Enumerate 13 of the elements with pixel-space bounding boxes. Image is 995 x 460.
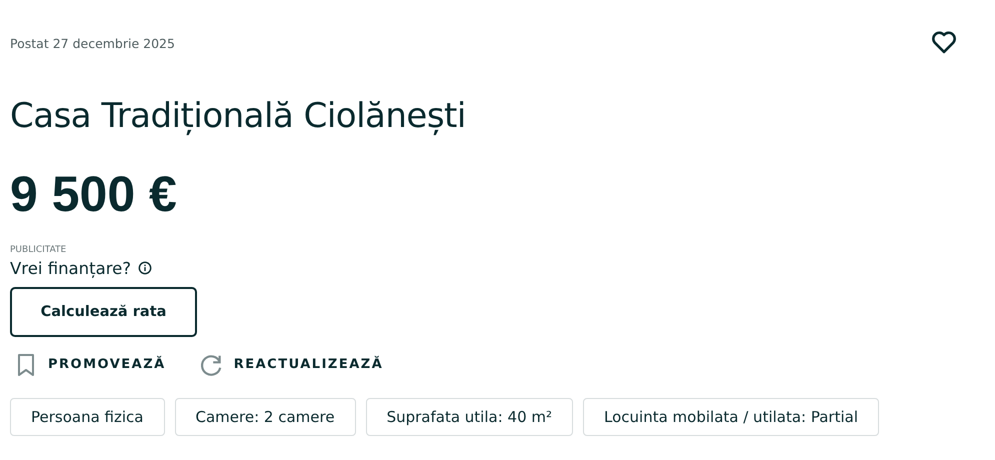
attribute-tag: Camere: 2 camere: [174, 398, 356, 436]
attribute-tag: Persoana fizica: [10, 398, 164, 436]
attribute-tag: Suprafata utila: 40 m²: [366, 398, 574, 436]
info-icon[interactable]: [138, 261, 152, 276]
post-date: Postat 27 decembrie 2025: [10, 36, 175, 51]
listing-title: Casa Tradițională Ciolănești: [10, 96, 467, 137]
financing-question: Vrei finanțare?: [10, 258, 132, 278]
calculate-rate-button[interactable]: Calculează rata: [10, 286, 197, 337]
attribute-tag: Locuinta mobilata / utilata: Partial: [583, 398, 880, 436]
action-link[interactable]: REACTUALIZEAZĂ: [234, 357, 384, 372]
ad-label: PUBLICITATE: [10, 244, 68, 255]
price: 9 500 €: [10, 168, 178, 219]
action-link[interactable]: PROMOVEAZĂ: [48, 357, 166, 372]
